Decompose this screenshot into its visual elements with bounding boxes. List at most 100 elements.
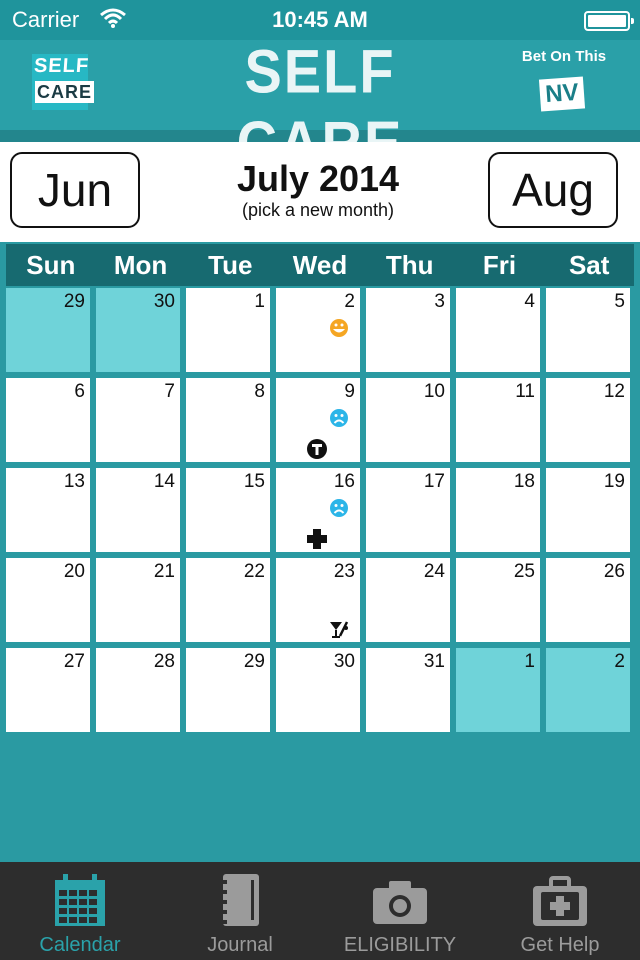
day-number: 10 — [423, 381, 445, 402]
calendar-day-cell[interactable]: 28 — [96, 648, 180, 732]
calendar-day-cell[interactable]: 3 — [366, 288, 450, 372]
next-month-button[interactable]: Aug — [488, 152, 618, 228]
weekday-label: Sun — [26, 250, 76, 280]
calendar-day-cell[interactable]: 22 — [186, 558, 270, 642]
calendar-day-cell[interactable]: 9 — [276, 378, 360, 462]
calendar-day-cell[interactable]: 23 — [276, 558, 360, 642]
calendar-day-cell[interactable]: 30 — [96, 288, 180, 372]
calendar-day-cell[interactable]: 2 — [546, 648, 630, 732]
day-number: 15 — [243, 471, 265, 492]
tab-label: Calendar — [39, 934, 121, 956]
calendar-day-cell[interactable]: 29 — [6, 288, 90, 372]
day-number: 16 — [333, 471, 355, 492]
tab-journal[interactable]: Journal — [160, 862, 320, 960]
nv-badge-logo[interactable]: NV — [538, 76, 586, 112]
tab-label: Get Help — [520, 934, 600, 956]
calendar-day-cell[interactable]: 24 — [366, 558, 450, 642]
battery-icon — [584, 11, 634, 31]
weekday-label: Mon — [113, 250, 168, 280]
calendar-day-cell[interactable]: 12 — [546, 378, 630, 462]
month-picker-hint[interactable]: (pick a new month) — [150, 200, 486, 221]
calendar-day-cell[interactable]: 25 — [456, 558, 540, 642]
day-number: 22 — [243, 561, 265, 582]
logo-text-top: SELF — [33, 55, 90, 77]
day-number: 2 — [344, 291, 355, 312]
day-number: 29 — [63, 291, 85, 312]
day-number: 30 — [333, 651, 355, 672]
calendar-day-cell[interactable]: 5 — [546, 288, 630, 372]
weekday-label: Thu — [385, 250, 434, 280]
calendar-day-cell[interactable]: 7 — [96, 378, 180, 462]
weekday-label: Wed — [292, 250, 348, 280]
calendar-day-cell[interactable]: 1 — [186, 288, 270, 372]
day-number: 1 — [254, 291, 265, 312]
day-number: 17 — [423, 471, 445, 492]
calendar-day-cell[interactable]: 2 — [276, 288, 360, 372]
clock: 10:45 AM — [272, 7, 368, 32]
first-aid-kit-icon — [531, 872, 589, 933]
day-number: 27 — [63, 651, 85, 672]
calendar-day-cell[interactable]: 17 — [366, 468, 450, 552]
calendar-day-cell[interactable]: 14 — [96, 468, 180, 552]
day-number: 2 — [614, 651, 625, 672]
day-number: 1 — [524, 651, 535, 672]
day-number: 6 — [74, 381, 85, 402]
therapy-t-icon — [306, 438, 328, 465]
day-number: 11 — [515, 381, 535, 402]
calendar-day-cell[interactable]: 8 — [186, 378, 270, 462]
weekday-label: Fri — [482, 250, 517, 280]
status-bar: Carrier 10:45 AM — [0, 0, 640, 40]
calendar-icon — [53, 872, 107, 933]
day-number: 26 — [603, 561, 625, 582]
day-number: 9 — [344, 381, 355, 402]
calendar-day-cell[interactable]: 18 — [456, 468, 540, 552]
tab-get-help[interactable]: Get Help — [480, 862, 640, 960]
medical-cross-icon — [306, 528, 328, 555]
calendar-day-cell[interactable]: 31 — [366, 648, 450, 732]
day-number: 28 — [153, 651, 175, 672]
tab-label: ELIGIBILITY — [343, 934, 457, 956]
calendar-day-cell[interactable]: 19 — [546, 468, 630, 552]
day-number: 19 — [603, 471, 625, 492]
day-number: 12 — [603, 381, 625, 402]
calendar-day-cell[interactable]: 4 — [456, 288, 540, 372]
calendar-day-cell[interactable]: 1 — [456, 648, 540, 732]
day-number: 25 — [513, 561, 535, 582]
happy-face-icon — [329, 318, 349, 343]
day-number: 3 — [434, 291, 445, 312]
day-number: 20 — [63, 561, 85, 582]
day-number: 18 — [513, 471, 535, 492]
tab-calendar[interactable]: Calendar — [0, 862, 160, 960]
calendar-day-cell[interactable]: 15 — [186, 468, 270, 552]
calendar-day-cell[interactable]: 6 — [6, 378, 90, 462]
calendar-day-cell[interactable]: 30 — [276, 648, 360, 732]
calendar-day-cell[interactable]: 16 — [276, 468, 360, 552]
camera-icon — [371, 872, 429, 931]
day-number: 23 — [333, 561, 355, 582]
logo-text-bottom: CARE — [35, 81, 95, 103]
tab-eligibility[interactable]: ELIGIBILITY — [320, 862, 480, 960]
sponsor-text[interactable]: Bet On This — [512, 48, 616, 65]
calendar-day-cell[interactable]: 10 — [366, 378, 450, 462]
current-month-title[interactable]: July 2014 — [150, 158, 486, 200]
calendar-day-cell[interactable]: 20 — [6, 558, 90, 642]
sad-face-icon — [329, 408, 349, 433]
day-number: 24 — [423, 561, 445, 582]
calendar-day-cell[interactable]: 21 — [96, 558, 180, 642]
weekday-header: Sun Mon Tue Wed Thu Fri Sat — [6, 244, 634, 286]
weekday-label: Tue — [208, 250, 253, 280]
calendar-grid: 29 30 1 2 3 4 5 6 7 8 9 10 11 12 13 14 15 16 17 18 19 20 21 22 2… — [6, 288, 636, 732]
calendar-day-cell[interactable]: 29 — [186, 648, 270, 732]
tab-bar: Calendar Journal ELIGIBILITY Get Help — [0, 862, 640, 960]
cocktail-icon — [328, 618, 350, 645]
calendar-day-cell[interactable]: 11 — [456, 378, 540, 462]
calendar-day-cell[interactable]: 27 — [6, 648, 90, 732]
day-number: 14 — [153, 471, 175, 492]
day-number: 31 — [423, 651, 445, 672]
calendar-day-cell[interactable]: 26 — [546, 558, 630, 642]
tab-label: Journal — [207, 934, 273, 956]
day-number: 13 — [63, 471, 85, 492]
previous-month-button[interactable]: Jun — [10, 152, 140, 228]
day-number: 29 — [243, 651, 265, 672]
calendar-day-cell[interactable]: 13 — [6, 468, 90, 552]
